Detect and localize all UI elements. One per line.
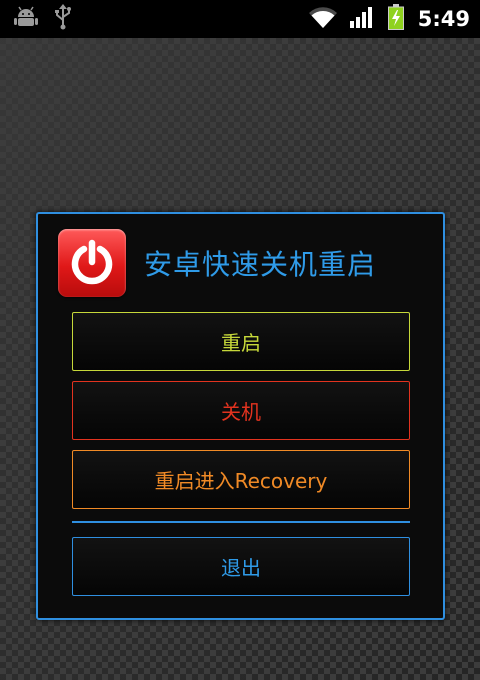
dialog-header: 安卓快速关机重启 — [58, 229, 376, 297]
android-debug-icon — [14, 6, 38, 32]
status-bar-notifications — [14, 4, 88, 34]
status-bar-system: 5:49 — [296, 4, 470, 34]
status-bar-clock: 5:49 — [417, 7, 470, 31]
exit-button[interactable]: 退出 — [72, 537, 410, 596]
status-bar: 5:49 — [0, 0, 480, 38]
wifi-icon — [308, 6, 338, 32]
power-menu-dialog: 安卓快速关机重启 重启 关机 重启进入Recovery 退出 — [36, 212, 445, 620]
dialog-title: 安卓快速关机重启 — [144, 248, 377, 281]
battery-charging-icon — [387, 4, 404, 34]
signal-icon — [349, 6, 376, 32]
power-icon — [58, 229, 126, 297]
reboot-recovery-button[interactable]: 重启进入Recovery — [72, 450, 410, 509]
usb-icon — [54, 4, 72, 34]
dialog-divider — [72, 521, 410, 523]
reboot-button[interactable]: 重启 — [72, 312, 410, 371]
shutdown-button[interactable]: 关机 — [72, 381, 410, 440]
